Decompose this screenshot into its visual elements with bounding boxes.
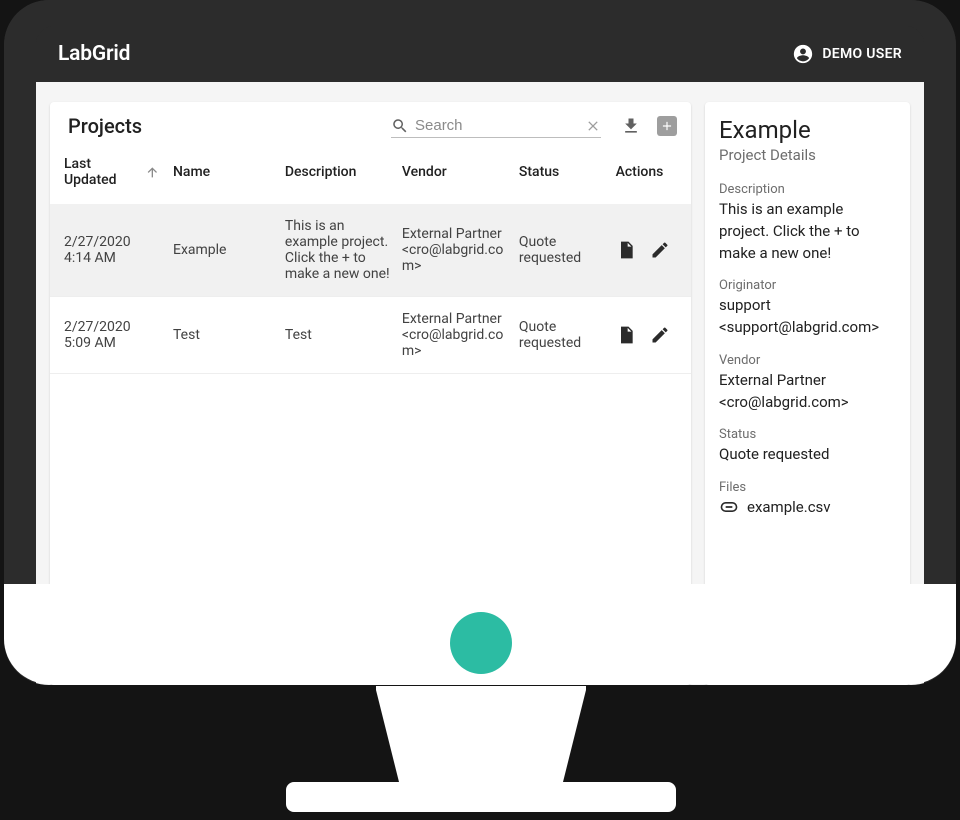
- cell-name: Example: [167, 204, 279, 297]
- link-icon: [719, 497, 739, 517]
- col-actions: Actions: [610, 146, 691, 204]
- edit-button[interactable]: [650, 325, 670, 345]
- cell-last-updated: 2/27/2020 5:09 AM: [50, 297, 167, 374]
- download-button[interactable]: [621, 116, 641, 136]
- cell-status: Quote requested: [513, 297, 610, 374]
- details-originator-label: Originator: [719, 278, 896, 293]
- app-bar: LabGrid DEMO USER: [36, 26, 924, 82]
- details-title: Example: [719, 116, 896, 144]
- monitor-led: [450, 612, 512, 674]
- clear-search-icon[interactable]: [585, 118, 601, 134]
- search-field-wrapper: [391, 115, 601, 138]
- cell-description: This is an example project. Click the + …: [279, 204, 396, 297]
- details-vendor-value: External Partner <cro@labgrid.com>: [719, 370, 896, 414]
- account-icon: [792, 43, 814, 65]
- edit-button[interactable]: [650, 240, 670, 260]
- cell-description: Test: [279, 297, 396, 374]
- details-description-value: This is an example project. Click the + …: [719, 199, 896, 264]
- details-originator-value: support <support@labgrid.com>: [719, 295, 896, 339]
- user-menu[interactable]: DEMO USER: [792, 43, 902, 65]
- details-vendor-label: Vendor: [719, 353, 896, 368]
- search-icon: [391, 117, 409, 135]
- cell-vendor: External Partner <cro@labgrid.com>: [396, 297, 513, 374]
- details-status-label: Status: [719, 427, 896, 442]
- file-link[interactable]: example.csv: [719, 497, 896, 517]
- table-row[interactable]: 2/27/2020 4:14 AM Example This is an exa…: [50, 204, 691, 297]
- projects-title: Projects: [68, 114, 142, 138]
- file-name: example.csv: [747, 498, 831, 516]
- details-status-value: Quote requested: [719, 444, 896, 466]
- view-details-button[interactable]: [616, 325, 636, 345]
- col-description[interactable]: Description: [279, 146, 396, 204]
- sort-asc-icon: [145, 164, 161, 180]
- col-last-updated[interactable]: Last Updated: [50, 146, 167, 204]
- details-files-label: Files: [719, 480, 896, 495]
- col-name[interactable]: Name: [167, 146, 279, 204]
- details-subtitle: Project Details: [719, 146, 896, 164]
- monitor-stand-neck: [376, 686, 586, 790]
- projects-table: Last Updated Name Description Vendor Sta…: [50, 146, 691, 374]
- view-details-button[interactable]: [616, 240, 636, 260]
- monitor-stand-base: [286, 782, 676, 812]
- cell-status: Quote requested: [513, 204, 610, 297]
- col-status[interactable]: Status: [513, 146, 610, 204]
- brand-title: LabGrid: [58, 42, 130, 66]
- cell-last-updated: 2/27/2020 4:14 AM: [50, 204, 167, 297]
- table-row[interactable]: 2/27/2020 5:09 AM Test Test External Par…: [50, 297, 691, 374]
- col-vendor[interactable]: Vendor: [396, 146, 513, 204]
- details-description-label: Description: [719, 182, 896, 197]
- cell-name: Test: [167, 297, 279, 374]
- user-label: DEMO USER: [822, 46, 902, 62]
- search-input[interactable]: [415, 117, 585, 134]
- add-project-button[interactable]: [657, 116, 677, 136]
- cell-vendor: External Partner <cro@labgrid.com>: [396, 204, 513, 297]
- projects-tbody: 2/27/2020 4:14 AM Example This is an exa…: [50, 204, 691, 374]
- col-last-updated-label: Last Updated: [64, 156, 139, 188]
